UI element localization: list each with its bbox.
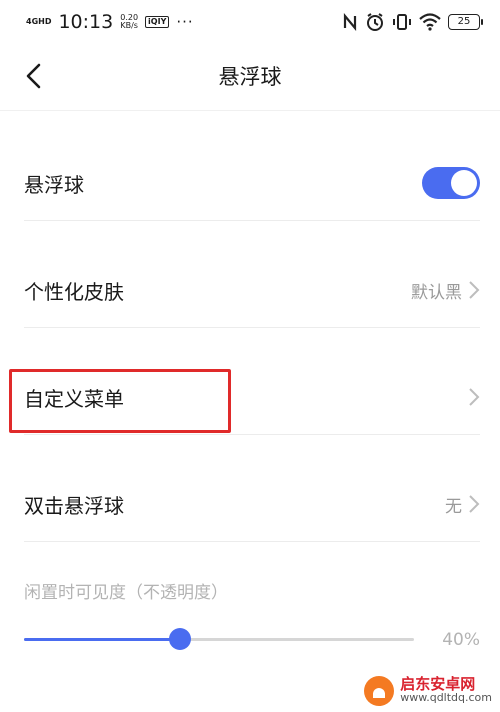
setting-value: 默认黑 [411, 282, 462, 303]
idle-visibility-value: 40% [442, 630, 480, 650]
app-badge-icon: iQIY [145, 16, 170, 28]
idle-visibility-slider[interactable] [24, 628, 414, 650]
net-speed: 0.20 KB/s [120, 14, 138, 30]
float-ball-toggle[interactable] [422, 167, 480, 199]
watermark-logo-icon [364, 676, 395, 706]
watermark-url: www.qdltdq.com [400, 691, 492, 704]
toggle-knob [451, 170, 477, 196]
battery-icon: 25 [448, 14, 483, 30]
watermark-title: 启东安卓网 [400, 675, 476, 693]
watermark: 启东安卓网 www.qdltdq.com [364, 676, 492, 706]
more-notifications-icon: ··· [176, 13, 194, 31]
chevron-right-icon [469, 388, 480, 406]
wifi-icon [419, 13, 441, 31]
setting-label: 双击悬浮球 [24, 493, 124, 518]
row-divider [24, 541, 480, 542]
page-title: 悬浮球 [218, 65, 282, 89]
vibrate-icon [393, 14, 411, 30]
net-speed-unit: KB/s [120, 21, 138, 30]
android-icon [373, 688, 386, 698]
highlight-box [9, 369, 231, 433]
nfc-icon [343, 13, 357, 31]
row-divider [24, 220, 480, 221]
nav-bar: 悬浮球 [0, 44, 500, 110]
setting-value: 无 [445, 496, 462, 517]
status-time: 10:13 [58, 11, 114, 33]
network-indicator: 4GHD [26, 17, 52, 26]
setting-label: 悬浮球 [24, 172, 84, 197]
idle-visibility-label: 闲置时可见度（不透明度） [24, 583, 228, 603]
status-bar: 4GHD 10:13 0.20 KB/s iQIY ··· 25 [0, 0, 500, 44]
row-divider [24, 327, 480, 328]
chevron-right-icon [469, 281, 480, 299]
slider-thumb[interactable] [169, 628, 191, 650]
chevron-right-icon [469, 495, 480, 513]
alarm-icon [367, 13, 383, 31]
row-divider [24, 434, 480, 435]
setting-label: 个性化皮肤 [24, 279, 124, 304]
slider-fill [24, 638, 180, 641]
nav-divider [0, 110, 500, 111]
